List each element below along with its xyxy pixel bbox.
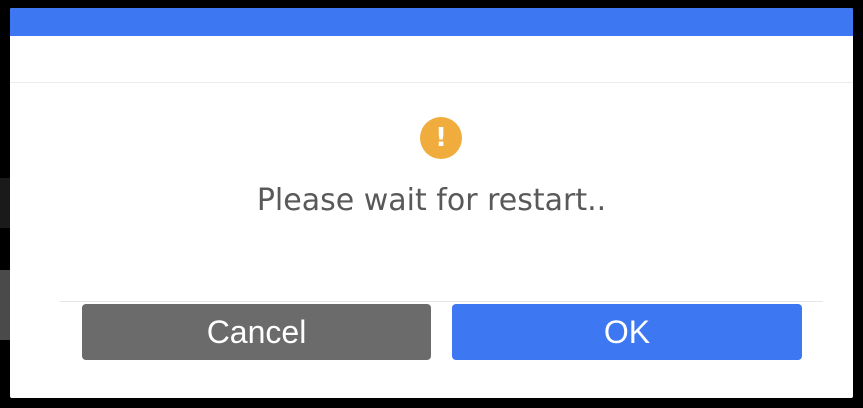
restart-dialog: ! Please wait for restart.. Cancel OK bbox=[10, 8, 853, 398]
cancel-button[interactable]: Cancel bbox=[82, 304, 431, 360]
ok-button[interactable]: OK bbox=[452, 304, 802, 360]
background-strip bbox=[0, 270, 10, 340]
dialog-header bbox=[10, 36, 853, 83]
dialog-body: ! Please wait for restart.. bbox=[10, 83, 853, 300]
dialog-accent-bar bbox=[10, 8, 853, 36]
background-strip bbox=[0, 178, 10, 228]
dialog-message: Please wait for restart.. bbox=[256, 183, 607, 218]
footer-divider bbox=[60, 301, 823, 302]
warning-icon: ! bbox=[420, 117, 462, 159]
